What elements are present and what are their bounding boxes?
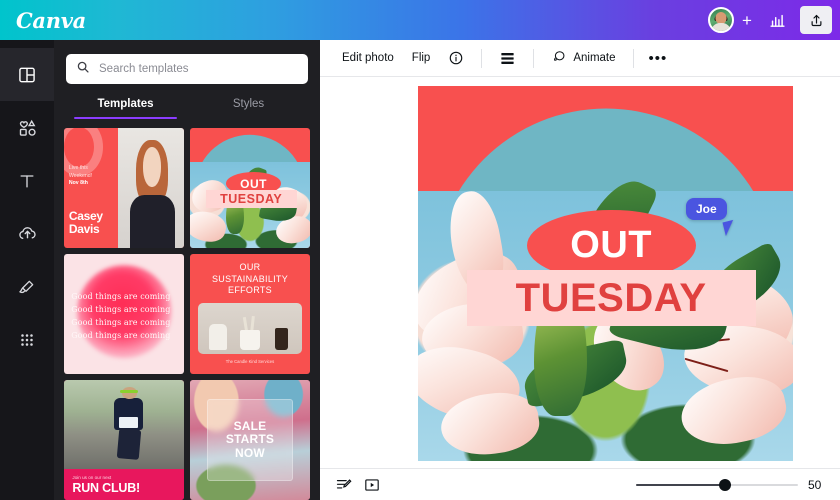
left-icon-rail — [0, 40, 54, 500]
card-title: SALE STARTS NOW — [225, 418, 275, 460]
card-footer: The Candle Kind Services — [225, 359, 275, 365]
frosted-panel: SALE STARTS NOW — [206, 399, 294, 481]
position-layers-icon[interactable] — [491, 45, 524, 71]
sidebar-item-draw[interactable] — [0, 260, 54, 313]
card-title: RUN CLUB! — [72, 481, 141, 496]
sidebar-item-uploads[interactable] — [0, 207, 54, 260]
title-line1: OUR — [239, 262, 261, 273]
title-line3: EFFORTS — [228, 284, 272, 295]
sidebar-item-apps[interactable] — [0, 313, 54, 366]
avatar-body — [711, 23, 731, 31]
canva-logo[interactable]: Canva — [16, 8, 86, 33]
card-first-name: Casey — [68, 209, 103, 224]
card-left-column: Live this Weekend! Nov 8th Casey Davis — [64, 128, 118, 248]
animate-button[interactable]: Animate — [543, 45, 623, 71]
line-4: Good things are coming — [71, 331, 171, 341]
title-line1: SALE — [233, 418, 267, 433]
photo-torso — [129, 195, 175, 248]
flip-button[interactable]: Flip — [404, 45, 439, 71]
template-card-out-tuesday[interactable]: OUT TUESDAY — [190, 128, 310, 248]
canvas-artwork: OUT TUESDAY — [418, 86, 793, 461]
photo-face — [143, 147, 161, 187]
collaborator-cursor: Joe — [686, 198, 737, 237]
line-3: Good things are coming — [71, 318, 171, 328]
canvas-stage: OUT TUESDAY Joe — [320, 77, 840, 468]
runner-bib — [119, 417, 139, 428]
app-header: Canva + — [0, 0, 840, 40]
line-2: Good things are coming — [71, 305, 171, 315]
chart-icon[interactable] — [762, 6, 792, 34]
more-options-button[interactable]: ••• — [643, 50, 674, 67]
avatar-face — [715, 11, 727, 24]
slider-fill — [636, 483, 726, 486]
collaborator-name: Joe — [686, 198, 727, 220]
template-grid: Live this Weekend! Nov 8th Casey Davis O… — [54, 128, 320, 500]
template-card-good-things[interactable]: Good things are coming Good things are c… — [64, 254, 184, 374]
card-subtitle: Join us on our next — [72, 474, 112, 480]
lead-line2: Weekend! — [68, 172, 93, 179]
card-lead-text: Live this Weekend! Nov 8th — [69, 165, 92, 188]
product-photo — [198, 303, 302, 355]
zoom-controls: 50 — [636, 478, 830, 492]
flower-artwork: OUT TUESDAY — [190, 128, 310, 248]
runner-sunglasses — [120, 389, 139, 394]
add-collaborator-button[interactable]: + — [736, 9, 758, 31]
collaborators-group[interactable]: + — [708, 7, 758, 33]
card-title: OUR SUSTAINABILITY EFFORTS — [198, 262, 301, 296]
slider-knob[interactable] — [719, 478, 732, 491]
zoom-value[interactable]: 50 — [808, 478, 830, 492]
info-icon[interactable] — [440, 45, 472, 71]
line-1: Good things are coming — [71, 292, 171, 302]
runner-legs — [116, 427, 141, 460]
animate-label: Animate — [573, 52, 616, 64]
sidebar-item-text[interactable] — [0, 154, 54, 207]
search-input[interactable] — [99, 63, 298, 75]
title-line2: STARTS — [225, 432, 275, 447]
toolbar-separator — [481, 48, 483, 68]
design-canvas[interactable]: OUT TUESDAY — [418, 86, 793, 461]
avatar[interactable] — [708, 7, 734, 33]
animate-icon — [551, 49, 567, 68]
search-area — [54, 40, 320, 84]
card-name: Casey Davis — [68, 209, 103, 236]
search-box[interactable] — [66, 54, 308, 84]
notes-icon[interactable] — [330, 473, 358, 497]
runner-photo — [64, 380, 184, 469]
template-card-sustainability[interactable]: OUR SUSTAINABILITY EFFORTS The Candle Ki… — [190, 254, 310, 374]
share-button[interactable] — [800, 6, 832, 34]
search-icon — [76, 60, 90, 79]
template-card-casey-davis[interactable]: Live this Weekend! Nov 8th Casey Davis — [64, 128, 184, 248]
templates-panel: Templates Styles Live this Weekend! Nov … — [54, 40, 320, 500]
bottle — [274, 327, 289, 350]
header-actions: + — [708, 0, 840, 40]
editor-toolbar: Edit photo Flip Animate ••• — [320, 40, 840, 77]
card-last-name: Davis — [68, 221, 100, 236]
label-tuesday: TUESDAY — [205, 190, 297, 209]
repeated-lines: Good things are coming Good things are c… — [71, 291, 179, 343]
tab-styles[interactable]: Styles — [187, 98, 310, 119]
card-photo — [118, 128, 184, 248]
title-line2: SUSTAINABILITY — [211, 273, 289, 284]
canvas-label-tuesday[interactable]: TUESDAY — [466, 269, 756, 326]
cup — [239, 329, 261, 350]
panel-tabs: Templates Styles — [54, 98, 320, 119]
lead-date: Nov 8th — [68, 180, 88, 187]
title-line3: NOW — [235, 445, 265, 460]
toolbar-separator — [533, 48, 535, 68]
canva-editor-window: Canva + Search templates Templates Style… — [0, 0, 840, 500]
bottom-bar: 50 — [320, 468, 840, 500]
lead-line1: Live this — [68, 165, 88, 172]
sidebar-item-templates[interactable] — [0, 48, 54, 101]
sidebar-item-elements[interactable] — [0, 101, 54, 154]
present-icon[interactable] — [358, 473, 386, 497]
zoom-slider[interactable] — [636, 478, 798, 492]
edit-photo-button[interactable]: Edit photo — [334, 45, 402, 71]
template-card-run-club[interactable]: Join us on our next RUN CLUB! — [64, 380, 184, 500]
soap-stack — [208, 323, 228, 350]
tab-templates[interactable]: Templates — [64, 98, 187, 119]
toolbar-separator — [632, 48, 634, 68]
template-card-sale-starts-now[interactable]: SALE STARTS NOW — [190, 380, 310, 500]
